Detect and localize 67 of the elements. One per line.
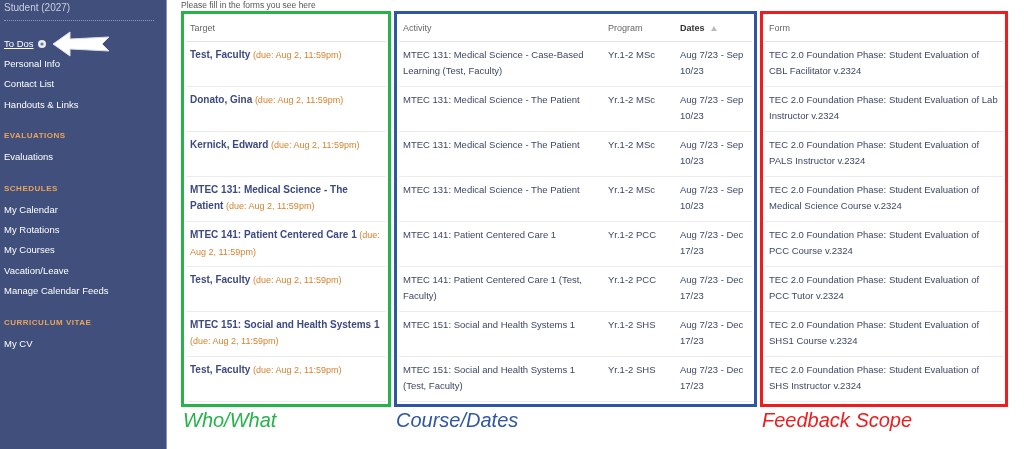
table-cell: Yr.1-2 MSc <box>608 184 655 195</box>
table-cell: Yr.1-2 SHS <box>608 319 656 330</box>
user-role: Student (2027) <box>4 1 72 15</box>
nav-link[interactable]: Contact List <box>4 74 162 95</box>
target-cell-text: Donato, Gina (due: Aug 2, 11:59pm) <box>190 93 345 107</box>
table-cell: Yr.1-2 PCC <box>608 274 657 285</box>
target-cell-text: Test, Faculty (due: Aug 2, 11:59pm) <box>190 273 343 287</box>
table-cell: Yr.1-2 MSc <box>608 94 655 105</box>
table-cell: MTEC 141: Patient Centered Care 1 (Test, Faculty) <box>403 274 582 301</box>
nav-link[interactable]: My Courses <box>4 240 162 261</box>
table-cell: Yr.1-2 SHS <box>608 364 656 375</box>
table-cell: TEC 2.0 Foundation Phase: Student Evaluation of CBL Facilitator v.2324 <box>769 49 980 76</box>
nav-link[interactable]: My CV <box>4 333 162 354</box>
table-cell: Aug 7/23 - Sep 10/23 <box>680 49 744 76</box>
table-cell: MTEC 151: Social and Health Systems 1 (Test, Faculty) <box>403 364 576 391</box>
nav-link[interactable]: Vacation/Leave <box>4 260 162 282</box>
table-cell: Yr.1-2 MSc <box>608 49 655 60</box>
table-cell: MTEC 131: Medical Science - Case-Based Learning (Test, Faculty) <box>403 49 584 76</box>
column-header[interactable]: Target <box>186 16 386 42</box>
annotation-caption: Who/What <box>182 408 278 432</box>
table-cell: Aug 7/23 - Dec 17/23 <box>680 364 744 391</box>
annotation-caption: Course/Dates <box>395 408 520 432</box>
target-cell-text: Test, Faculty (due: Aug 2, 11:59pm) <box>190 363 343 377</box>
column-header[interactable]: Form <box>765 16 1003 42</box>
table-cell: Aug 7/23 - Dec 17/23 <box>680 229 744 256</box>
section-heading: CURRICULUM VITAE <box>4 316 93 329</box>
table-cell: Aug 7/23 - Dec 17/23 <box>680 319 744 346</box>
table-cell: TEC 2.0 Foundation Phase: Student Evaluation of PCC Tutor v.2324 <box>769 274 980 301</box>
intro-text: Please fill in the forms you see here <box>181 0 317 11</box>
column-header[interactable]: Program <box>604 16 676 42</box>
table-cell: TEC 2.0 Foundation Phase: Student Evaluation of PALS Instructor v.2324 <box>769 139 980 166</box>
sort-icon <box>710 26 717 31</box>
table-cell: Aug 7/23 - Dec 17/23 <box>680 274 744 301</box>
target-cell-text: Test, Faculty (due: Aug 2, 11:59pm) <box>190 48 343 62</box>
nav-link[interactable]: My Calendar <box>4 199 162 220</box>
nav-link[interactable]: Handouts & Links <box>4 94 162 116</box>
arrow-icon <box>51 31 110 57</box>
annotation-caption: Feedback Scope <box>761 408 914 432</box>
badge-icon <box>37 40 46 48</box>
table-cell: MTEC 131: Medical Science - The Patient <box>403 94 580 105</box>
section-heading: EVALUATIONS <box>4 130 67 143</box>
target-cell-text: MTEC 141: Patient Centered Care 1 (due: Aug 2, 11:59pm) <box>190 228 381 259</box>
table-cell: MTEC 131: Medical Science - The Patient <box>403 184 580 195</box>
nav-link[interactable]: Personal Info <box>4 54 162 75</box>
table-cell: TEC 2.0 Foundation Phase: Student Evaluation of Lab Instructor v.2324 <box>769 94 998 121</box>
table-cell: Yr.1-2 PCC <box>608 229 657 240</box>
nav-link[interactable]: Evaluations <box>4 147 162 168</box>
nav-link[interactable]: My Rotations <box>4 219 162 241</box>
target-cell-text: MTEC 151: Social and Health Systems 1 (due: Aug 2, 11:59pm) <box>190 318 381 348</box>
table-cell: TEC 2.0 Foundation Phase: Student Evaluation of SHS1 Course v.2324 <box>769 319 980 346</box>
table-cell: Aug 7/23 - Sep 10/23 <box>680 184 744 211</box>
table-cell: TEC 2.0 Foundation Phase: Student Evaluation of PCC Course v.2324 <box>769 229 980 256</box>
table-cell: MTEC 141: Patient Centered Care 1 <box>403 229 557 240</box>
table-cell: Aug 7/23 - Sep 10/23 <box>680 94 744 121</box>
table-cell: MTEC 151: Social and Health Systems 1 <box>403 319 576 330</box>
target-cell-text: Kernick, Edward (due: Aug 2, 11:59pm) <box>190 138 361 152</box>
target-cell-text: MTEC 131: Medical Science - The Patient (due: Aug 2, 11:59pm) <box>190 183 349 213</box>
table-cell: MTEC 131: Medical Science - The Patient <box>403 139 580 150</box>
column-header[interactable]: Activity <box>399 16 604 42</box>
section-heading: SCHEDULES <box>4 182 59 195</box>
table-cell: Yr.1-2 MSc <box>608 139 655 150</box>
table-cell: Aug 7/23 - Sep 10/23 <box>680 139 744 166</box>
table-cell: TEC 2.0 Foundation Phase: Student Evaluation of Medical Science Course v.2324 <box>769 184 980 211</box>
column-header[interactable]: Dates <box>676 16 752 42</box>
nav-link[interactable]: Manage Calendar Feeds <box>4 281 162 302</box>
nav-link[interactable]: To Dos <box>4 34 34 54</box>
table-cell: TEC 2.0 Foundation Phase: Student Evaluation of SHS Instructor v.2324 <box>769 364 980 391</box>
